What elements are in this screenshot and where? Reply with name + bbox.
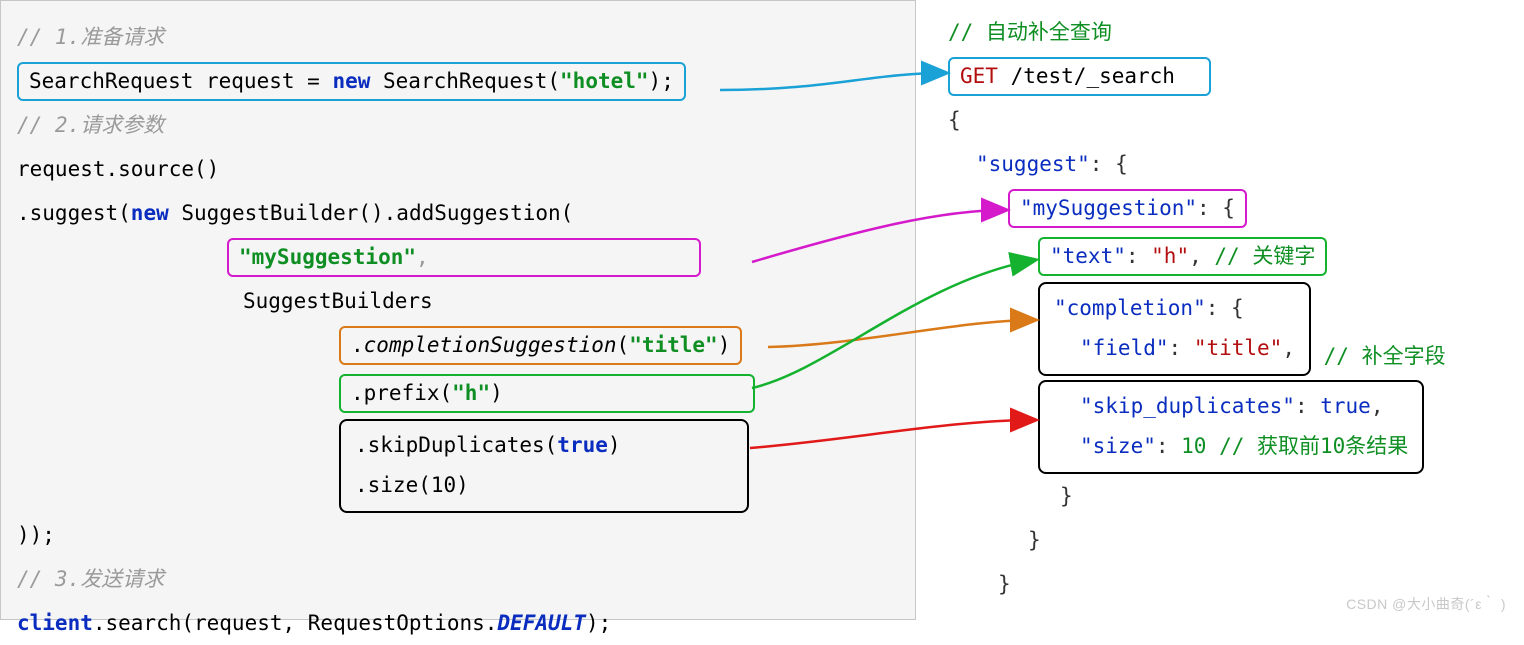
close: ) [490, 381, 503, 405]
java-code-pane: // 1.准备请求 SearchRequest request = new Se… [0, 0, 916, 620]
k-suggest: "suggest" [976, 152, 1090, 176]
k-skipdup: "skip_duplicates" [1080, 394, 1295, 418]
rest-query-pane: // 自动补全查询 GET /test/_search { "suggest":… [918, 0, 1524, 620]
v-field: "title" [1194, 336, 1283, 360]
dot: . [351, 333, 364, 357]
line-skipdup: "skip_duplicates": true, [1054, 386, 1408, 426]
punct: : { [1197, 196, 1235, 220]
default: DEFAULT [497, 611, 586, 635]
box-completion: .completionSuggestion("title") [339, 326, 742, 365]
wrap-skipdup-r: "skip_duplicates": true, "size": 10 // 获… [948, 380, 1514, 474]
client: client [17, 611, 93, 635]
str-h: "h" [452, 381, 490, 405]
code-close: )); [17, 513, 903, 557]
code-suggestbuilders: SuggestBuilders [17, 279, 903, 323]
box-skipdup-size: .skipDuplicates(true) .size(10) [339, 419, 749, 513]
box-skipdup-r: "skip_duplicates": true, "size": 10 // 获… [1038, 380, 1424, 474]
kw-new: new [332, 69, 370, 93]
line-completion: "completion": { [1054, 288, 1295, 328]
text: .prefix( [351, 381, 452, 405]
text: .search(request, RequestOptions. [93, 611, 498, 635]
punct: : { [1206, 296, 1244, 320]
v-size: 10 [1181, 434, 1206, 458]
line-field: "field": "title", [1054, 328, 1295, 368]
open: ( [617, 333, 630, 357]
box-text: "text": "h", // 关键字 [1038, 237, 1327, 276]
wrap-skipdup: .skipDuplicates(true) .size(10) [17, 419, 903, 513]
text: SearchRequest( [370, 69, 560, 93]
wrap-completion: .completionSuggestion("title") [17, 323, 903, 367]
text: SearchRequest request = [29, 69, 332, 93]
v-skipdup: true [1320, 394, 1371, 418]
wrap-prefix: .prefix("h") [17, 371, 903, 415]
comment-autocomplete: // 自动补全查询 [948, 10, 1514, 54]
str-mysuggestion: "mySuggestion" [239, 245, 416, 269]
wrap-mysuggestion-r: "mySuggestion": { [948, 186, 1514, 230]
path: /test/_search [998, 64, 1175, 88]
c-field: // 补全字段 [1324, 344, 1446, 368]
comment-send: // 3.发送请求 [17, 557, 903, 601]
box-mysuggestion: "mySuggestion", [227, 238, 701, 277]
line-suggest: "suggest": { [948, 142, 1514, 186]
comma: , [416, 245, 429, 269]
close: ) [718, 333, 731, 357]
code-suggest: .suggest(new SuggestBuilder().addSuggest… [17, 191, 903, 235]
get-verb: GET [960, 64, 998, 88]
kw-new: new [131, 201, 169, 225]
text: ); [649, 69, 674, 93]
semi: ); [586, 611, 611, 635]
text: .suggest( [17, 201, 131, 225]
comment-params: // 2.请求参数 [17, 103, 903, 147]
punct: : { [1090, 152, 1128, 176]
line-size: .size(10) [355, 465, 733, 505]
brace-close-2: } [948, 518, 1514, 562]
wrap-mysuggestion: "mySuggestion", [17, 235, 903, 279]
k-field: "field" [1080, 336, 1169, 360]
code-client: client.search(request, RequestOptions.DE… [17, 601, 903, 645]
v-text: "h" [1151, 244, 1189, 268]
num-10: 10 [431, 473, 456, 497]
code-source: request.source() [17, 147, 903, 191]
k-text: "text" [1050, 244, 1126, 268]
box-prefix: .prefix("h") [339, 374, 755, 413]
box-completion-r: "completion": { "field": "title", [1038, 282, 1311, 376]
text: SuggestBuilder().addSuggestion( [169, 201, 574, 225]
k-size: "size" [1080, 434, 1156, 458]
str-hotel: "hotel" [560, 69, 649, 93]
box-mysuggestion-r: "mySuggestion": { [1008, 189, 1247, 228]
c-keyword: // 关键字 [1202, 244, 1316, 268]
watermark: CSDN @大小曲奇(´ε｀ ) [1346, 594, 1506, 614]
lit-true: true [557, 433, 608, 457]
line-skipdup: .skipDuplicates(true) [355, 425, 733, 465]
k-completion: "completion" [1054, 296, 1206, 320]
k-mysuggestion: "mySuggestion" [1020, 196, 1197, 220]
close: ) [608, 433, 621, 457]
box-searchrequest: SearchRequest request = new SearchReques… [17, 62, 686, 101]
text: .size( [355, 473, 431, 497]
line-size: "size": 10 // 获取前10条结果 [1054, 426, 1408, 466]
comment-prepare: // 1.准备请求 [17, 15, 903, 59]
box-get: GET /test/_search [948, 57, 1211, 96]
text: .skipDuplicates( [355, 433, 557, 457]
wrap-completion-r: "completion": { "field": "title", // 补全字… [948, 282, 1514, 376]
wrap-text: "text": "h", // 关键字 [948, 234, 1514, 278]
c-size: // 获取前10条结果 [1206, 434, 1408, 458]
str-title: "title" [629, 333, 718, 357]
fn-completion: completionSuggestion [364, 333, 617, 357]
brace-open: { [948, 98, 1514, 142]
brace-close-1: } [948, 474, 1514, 518]
close: ) [456, 473, 469, 497]
